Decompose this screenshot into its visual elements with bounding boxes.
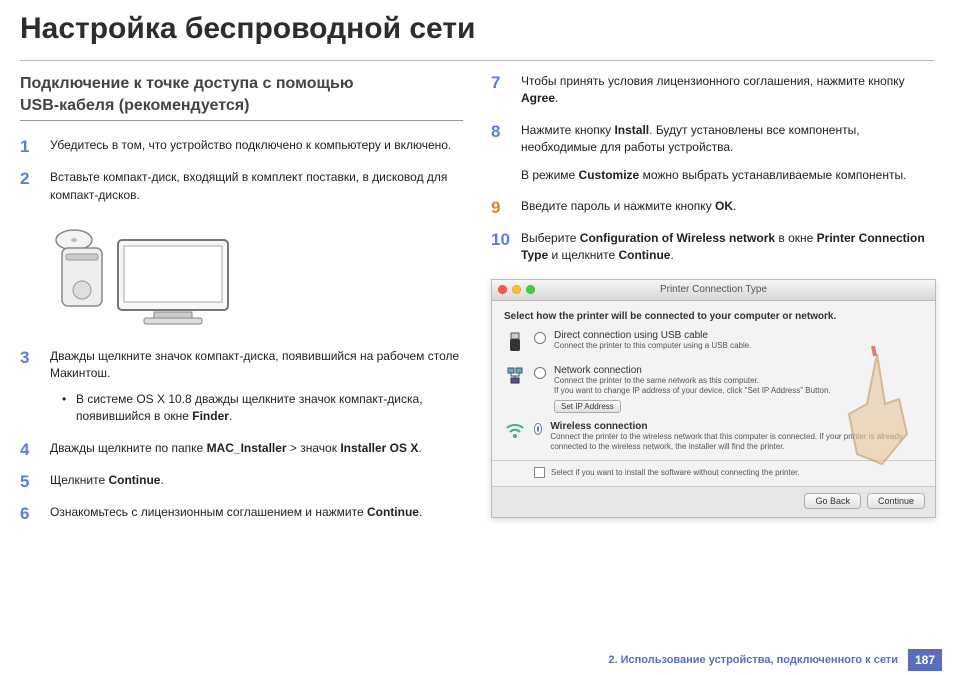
cd-monitor-illustration [26,218,463,338]
network-icon [504,365,526,390]
step-4: 4 Дважды щелкните по папке MAC_Installer… [20,440,463,458]
install-without-printer-row[interactable]: Select if you want to install the softwa… [504,467,923,478]
footer-section: 2. Использование устройства, подключенно… [608,654,898,666]
usb-icon [504,330,526,357]
step-text: Введите пароль и нажмите кнопку OK. [521,198,934,215]
step-number: 2 [20,169,44,187]
option-label: Wireless connection [550,421,923,432]
step-text: Чтобы принять условия лицензионного согл… [521,73,934,108]
section-rule [20,120,463,121]
radio-wireless[interactable] [534,423,542,435]
go-back-button[interactable]: Go Back [804,493,861,509]
step-number: 10 [491,230,515,248]
option-network[interactable]: Network connection Connect the printer t… [504,365,923,413]
step-number: 9 [491,198,515,216]
steps-left: 1 Убедитесь в том, что устройство подклю… [20,137,463,204]
step-number: 6 [20,504,44,522]
step-9: 9 Введите пароль и нажмите кнопку OK. [491,198,934,216]
step-number: 4 [20,440,44,458]
dialog-body: Select how the printer will be connected… [492,301,935,487]
step-number: 5 [20,472,44,490]
continue-button[interactable]: Continue [867,493,925,509]
dialog-footer: Go Back Continue [492,486,935,517]
radio-network[interactable] [534,367,546,379]
checkbox-label: Select if you want to install the softwa… [551,468,800,477]
radio-usb[interactable] [534,332,546,344]
dialog-titlebar: Printer Connection Type [492,280,935,301]
step-text: Ознакомьтесь с лицензионным соглашением … [50,504,463,521]
step-text: Нажмите кнопку Install. Будут установлен… [521,122,934,184]
step-8: 8 Нажмите кнопку Install. Будут установл… [491,122,934,184]
step-text: Выберите Configuration of Wireless netwo… [521,230,934,265]
option-desc: Connect the printer to this computer usi… [554,341,751,351]
page-number: 187 [908,649,942,671]
section-heading-line1: Подключение к точке доступа с помощью [20,75,354,92]
step-number: 8 [491,122,515,140]
step-2: 2 Вставьте компакт-диск, входящий в комп… [20,169,463,204]
section-heading: Подключение к точке доступа с помощью US… [20,73,463,116]
step-text: Щелкните Continue. [50,472,463,489]
checkbox-install-without-printer[interactable] [534,467,545,478]
option-label: Network connection [554,365,831,376]
step-10: 10 Выберите Configuration of Wireless ne… [491,230,934,265]
dialog-hint: Select how the printer will be connected… [504,311,923,322]
page-footer: 2. Использование устройства, подключенно… [608,649,942,671]
steps-left-cont: 3 Дважды щелкните значок компакт-диска, … [20,348,463,522]
bullet-dot: • [62,391,76,426]
dialog-separator [492,460,935,461]
step-8-extra: В режиме Customize можно выбрать устанав… [521,167,934,184]
set-ip-button[interactable]: Set IP Address [554,400,621,413]
step-3: 3 Дважды щелкните значок компакт-диска, … [20,348,463,426]
step-7: 7 Чтобы принять условия лицензионного со… [491,73,934,108]
section-heading-line2: USB-кабеля (рекомендуется) [20,97,249,114]
steps-right: 7 Чтобы принять условия лицензионного со… [491,73,934,265]
option-label: Direct connection using USB cable [554,330,751,341]
step-text: Дважды щелкните значок компакт-диска, по… [50,348,463,426]
step-3-bullet: • В системе OS X 10.8 дважды щелкните зн… [62,391,463,426]
step-1: 1 Убедитесь в том, что устройство подклю… [20,137,463,155]
page-title: Настройка беспроводной сети [20,12,934,46]
printer-connection-dialog: Printer Connection Type Select how the p… [491,279,936,519]
option-desc: Connect the printer to the wireless netw… [550,432,923,453]
step-number: 3 [20,348,44,366]
option-desc: Connect the printer to the same network … [554,376,831,397]
step-5: 5 Щелкните Continue. [20,472,463,490]
step-text: Дважды щелкните по папке MAC_Installer >… [50,440,463,457]
step-text: Вставьте компакт-диск, входящий в компле… [50,169,463,204]
option-usb[interactable]: Direct connection using USB cable Connec… [504,330,923,357]
dialog-title: Printer Connection Type [492,284,935,295]
step-6: 6 Ознакомьтесь с лицензионным соглашение… [20,504,463,522]
step-number: 1 [20,137,44,155]
wifi-icon [504,421,526,444]
title-rule [20,60,934,61]
option-wireless[interactable]: Wireless connection Connect the printer … [504,421,923,453]
step-number: 7 [491,73,515,91]
step-text: Убедитесь в том, что устройство подключе… [50,137,463,154]
